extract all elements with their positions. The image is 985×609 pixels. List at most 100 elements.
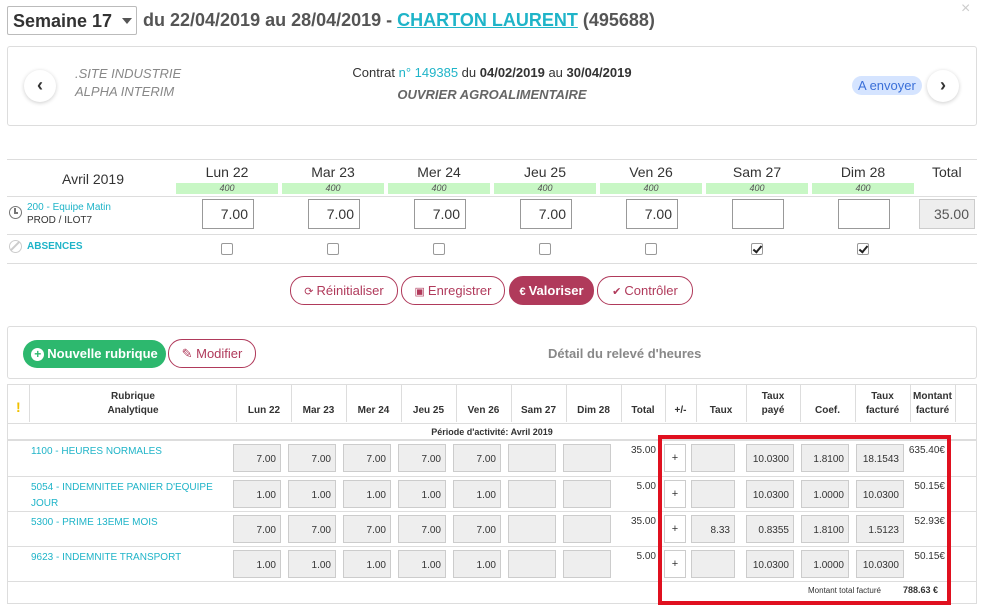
day-value-cell[interactable]: 7.00 bbox=[288, 515, 336, 543]
rubric-link[interactable]: 5300 - PRIME 13EME MOIS bbox=[31, 515, 158, 531]
day-header: Lun 22 bbox=[205, 164, 249, 180]
day-value-cell[interactable]: 7.00 bbox=[453, 444, 501, 472]
day-header: Dim 28 bbox=[840, 164, 886, 180]
reset-button-label: Réinitialiser bbox=[316, 283, 384, 298]
rubric-link-cont[interactable]: JOUR bbox=[31, 496, 213, 512]
day-value-cell[interactable]: 1.00 bbox=[343, 550, 391, 578]
day-value-cell[interactable] bbox=[508, 444, 556, 472]
hours-input[interactable]: 7.00 bbox=[414, 199, 466, 229]
absence-checkbox[interactable] bbox=[221, 243, 233, 255]
chevron-down-icon bbox=[122, 18, 132, 24]
contract-panel: ‹ .SITE INDUSTRIE ALPHA INTERIM Contrat … bbox=[7, 46, 977, 126]
week-total-input: 35.00 bbox=[919, 199, 975, 229]
absence-checkbox[interactable] bbox=[327, 243, 339, 255]
day-value-cell[interactable]: 7.00 bbox=[453, 515, 501, 543]
day-value-cell[interactable]: 7.00 bbox=[233, 444, 281, 472]
day-value-cell[interactable]: 1.00 bbox=[453, 550, 501, 578]
day-value-cell[interactable]: 7.00 bbox=[398, 515, 446, 543]
column-header-text: payé bbox=[761, 405, 785, 416]
rubric-name: 5054 - INDEMNITEE PANIER D'EQUIPE JOUR bbox=[31, 480, 213, 512]
divider bbox=[7, 234, 977, 235]
absence-checkbox[interactable] bbox=[645, 243, 657, 255]
reset-button[interactable]: ⟳ Réinitialiser bbox=[290, 276, 398, 305]
column-header-text: Analytique bbox=[107, 405, 159, 416]
column-header: Taux bbox=[696, 385, 746, 422]
column-header: Total bbox=[621, 385, 665, 422]
column-header: Rubrique Analytique bbox=[30, 385, 236, 422]
day-value-cell[interactable]: 7.00 bbox=[288, 444, 336, 472]
employee-name-link[interactable]: CHARTON LAURENT bbox=[397, 10, 578, 30]
page-title: du 22/04/2019 au 28/04/2019 - CHARTON LA… bbox=[143, 10, 655, 31]
day-value-cell[interactable]: 1.00 bbox=[288, 480, 336, 508]
hours-input[interactable]: 7.00 bbox=[202, 199, 254, 229]
column-header: Coef. bbox=[800, 385, 855, 422]
hours-input[interactable] bbox=[838, 199, 890, 229]
day-value-cell[interactable] bbox=[563, 550, 611, 578]
contract-line: Contrat n° 149385 du 04/02/2019 au 30/04… bbox=[8, 65, 976, 80]
column-divider bbox=[955, 385, 956, 422]
absence-checkbox[interactable] bbox=[539, 243, 551, 255]
day-value-cell[interactable]: 1.00 bbox=[343, 480, 391, 508]
day-value-cell[interactable] bbox=[563, 480, 611, 508]
absence-checkbox[interactable] bbox=[857, 243, 869, 255]
rubric-name: 5300 - PRIME 13EME MOIS bbox=[31, 515, 158, 531]
row-total: 35.00 bbox=[630, 516, 656, 527]
hours-input[interactable] bbox=[732, 199, 784, 229]
next-contract-button[interactable]: › bbox=[927, 70, 959, 102]
rubric-link[interactable]: 5054 - INDEMNITEE PANIER D'EQUIPE bbox=[31, 480, 213, 496]
day-value-cell[interactable]: 1.00 bbox=[398, 480, 446, 508]
column-header: Lun 22 bbox=[237, 385, 291, 422]
modify-button[interactable]: ✎ Modifier bbox=[168, 339, 256, 368]
clock-icon bbox=[9, 206, 22, 219]
day-capacity-bar: 400 bbox=[494, 183, 596, 194]
check-icon: ✔ bbox=[612, 286, 622, 298]
control-button[interactable]: ✔ Contrôler bbox=[597, 276, 693, 305]
column-header-text: Rubrique bbox=[111, 391, 155, 402]
new-rubric-label: Nouvelle rubrique bbox=[47, 346, 158, 361]
hours-input[interactable]: 7.00 bbox=[626, 199, 678, 229]
close-icon[interactable]: × bbox=[961, 0, 970, 18]
hours-input[interactable]: 7.00 bbox=[308, 199, 360, 229]
highlight-box bbox=[658, 435, 951, 605]
absence-checkbox[interactable] bbox=[433, 243, 445, 255]
day-value-cell[interactable] bbox=[508, 480, 556, 508]
day-value-cell[interactable] bbox=[563, 444, 611, 472]
day-header: Mer 24 bbox=[417, 164, 461, 180]
day-value-cell[interactable]: 1.00 bbox=[398, 550, 446, 578]
rubric-name: 9623 - INDEMNITE TRANSPORT bbox=[31, 550, 181, 566]
rubric-link[interactable]: 9623 - INDEMNITE TRANSPORT bbox=[31, 550, 181, 566]
week-select-value: Semaine 17 bbox=[13, 11, 113, 31]
column-header: Sam 27 bbox=[511, 385, 566, 422]
day-value-cell[interactable]: 7.00 bbox=[343, 444, 391, 472]
hours-input[interactable]: 7.00 bbox=[520, 199, 572, 229]
week-select[interactable]: Semaine 17 bbox=[7, 6, 137, 35]
day-value-cell[interactable]: 7.00 bbox=[398, 444, 446, 472]
column-header-text: Taux bbox=[871, 391, 894, 402]
valorize-button[interactable]: € Valoriser bbox=[509, 276, 594, 305]
day-value-cell[interactable]: 1.00 bbox=[288, 550, 336, 578]
day-value-cell[interactable]: 1.00 bbox=[233, 550, 281, 578]
day-value-cell[interactable] bbox=[508, 515, 556, 543]
pencil-icon: ✎ bbox=[181, 346, 197, 361]
day-value-cell[interactable] bbox=[508, 550, 556, 578]
day-value-cell[interactable]: 7.00 bbox=[343, 515, 391, 543]
team-link[interactable]: 200 - Equipe Matin bbox=[27, 201, 111, 214]
day-value-cell[interactable]: 7.00 bbox=[233, 515, 281, 543]
column-header-text: facturé bbox=[865, 405, 900, 416]
day-capacity-bar: 400 bbox=[600, 183, 702, 194]
new-rubric-button[interactable]: + Nouvelle rubrique bbox=[23, 340, 166, 368]
contract-from-prefix: du bbox=[458, 65, 480, 80]
day-value-cell[interactable]: 1.00 bbox=[453, 480, 501, 508]
contract-prefix: Contrat bbox=[352, 65, 399, 80]
day-header: Ven 26 bbox=[629, 164, 673, 180]
save-button[interactable]: ▣ Enregistrer bbox=[401, 276, 505, 305]
column-header: Taux facturé bbox=[855, 385, 910, 422]
contract-start-date: 04/02/2019 bbox=[479, 65, 545, 80]
day-value-cell[interactable] bbox=[563, 515, 611, 543]
absence-checkbox[interactable] bbox=[751, 243, 763, 255]
day-capacity-bar: 400 bbox=[706, 183, 808, 194]
column-header-text: Mar 23 bbox=[302, 405, 335, 416]
column-header-text: Dim 28 bbox=[577, 405, 610, 416]
day-value-cell[interactable]: 1.00 bbox=[233, 480, 281, 508]
rubric-link[interactable]: 1100 - HEURES NORMALES bbox=[31, 444, 162, 460]
